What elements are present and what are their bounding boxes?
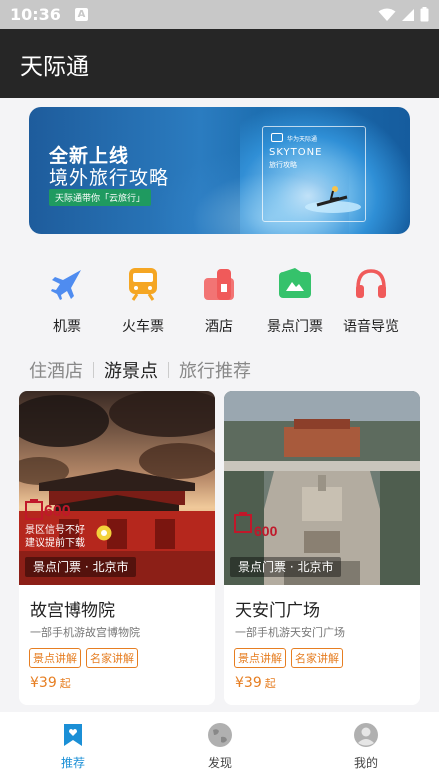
train-icon bbox=[125, 266, 161, 302]
price-unit: 起 bbox=[59, 677, 71, 690]
ticket-icon bbox=[277, 266, 313, 302]
globe-icon bbox=[207, 722, 233, 748]
quick-train-label: 火车票 bbox=[122, 319, 164, 335]
wifi-icon bbox=[378, 8, 396, 21]
card-title: 天安门广场 bbox=[235, 601, 320, 621]
notification-a-icon: A bbox=[74, 8, 88, 21]
quick-ticket-label: 景点门票 bbox=[267, 319, 323, 335]
tab-hotels[interactable]: 住酒店 bbox=[29, 357, 83, 383]
attraction-card[interactable]: 600 景点门票 · 北京市 天安门广场 一部手机游天安门广场 景点讲解 名家讲… bbox=[224, 391, 420, 705]
attraction-photo: 600 景区信号不好 建议提前下载 景点门票 · 北京市 bbox=[19, 391, 215, 585]
card-description: 一部手机游故宫博物院 bbox=[30, 626, 140, 639]
recommend-icon bbox=[60, 722, 86, 748]
tab-attractions[interactable]: 游景点 bbox=[104, 357, 158, 383]
hotel-icon bbox=[201, 266, 237, 302]
headphones-icon bbox=[353, 266, 389, 302]
airplane-icon bbox=[49, 266, 85, 302]
attraction-photo: 600 景点门票 · 北京市 bbox=[224, 391, 420, 585]
card-description: 一部手机游天安门广场 bbox=[235, 626, 345, 639]
surfer-icon bbox=[305, 186, 361, 213]
book-brand: 华为天际通 bbox=[287, 136, 318, 143]
quick-audio-guide-label: 语音导览 bbox=[343, 319, 399, 335]
battery-icon bbox=[420, 7, 429, 22]
card-price: ¥39 起 bbox=[30, 675, 71, 691]
badge-600-icon: 600 bbox=[234, 509, 290, 543]
download-icon[interactable] bbox=[96, 525, 112, 541]
quick-flight-label: 机票 bbox=[53, 319, 81, 335]
signal-icon bbox=[402, 8, 414, 21]
card-category: 景点门票 · 北京市 bbox=[25, 557, 137, 577]
tab-divider bbox=[168, 362, 169, 378]
quick-audio-guide[interactable]: 语音导览 bbox=[331, 262, 411, 336]
profile-icon bbox=[353, 722, 379, 748]
nav-profile[interactable]: 我的 bbox=[326, 722, 406, 771]
tag: 名家讲解 bbox=[291, 648, 343, 668]
nav-discover[interactable]: 发现 bbox=[180, 722, 260, 771]
card-price: ¥39 起 bbox=[235, 675, 276, 691]
quick-hotel-label: 酒店 bbox=[205, 319, 233, 335]
nav-profile-label: 我的 bbox=[353, 756, 378, 770]
tag: 名家讲解 bbox=[86, 648, 138, 668]
card-tags: 景点讲解 名家讲解 bbox=[29, 648, 138, 668]
status-time: 10:36 bbox=[10, 5, 61, 24]
banner-guidebook: 华为天际通 SKYTONE 旅行攻略 bbox=[262, 126, 366, 222]
nav-discover-label: 发现 bbox=[207, 756, 232, 770]
notice-line-1: 景区信号不好 bbox=[25, 525, 85, 536]
badge-600-text: 600 bbox=[254, 523, 278, 539]
tab-divider bbox=[93, 362, 94, 378]
price-unit: 起 bbox=[264, 677, 276, 690]
banner-pill: 天际通带你「云旅行」 bbox=[49, 189, 152, 206]
bottom-navigation: 推荐 发现 我的 bbox=[0, 712, 439, 780]
quick-access-row: 机票 火车票 酒店 景点门票 语音导览 bbox=[0, 262, 439, 336]
book-subtitle: 旅行攻略 bbox=[269, 161, 297, 169]
notice-line-2: 建议提前下载 bbox=[25, 538, 85, 549]
tab-travel-recommend[interactable]: 旅行推荐 bbox=[179, 357, 251, 383]
card-title: 故宫博物院 bbox=[30, 601, 115, 621]
badge-600-icon: 600 bbox=[25, 499, 81, 525]
quick-hotel[interactable]: 酒店 bbox=[179, 262, 259, 336]
tag: 景点讲解 bbox=[29, 648, 81, 668]
badge-600-text: 600 bbox=[44, 503, 71, 520]
card-category: 景点门票 · 北京市 bbox=[230, 557, 342, 577]
app-bar: 天际通 bbox=[0, 29, 439, 98]
tag: 景点讲解 bbox=[234, 648, 286, 668]
attraction-card[interactable]: 600 景区信号不好 建议提前下载 景点门票 · 北京市 故宫博物院 一部手机游… bbox=[19, 391, 215, 705]
card-tags: 景点讲解 名家讲解 bbox=[234, 648, 343, 668]
category-tabs: 住酒店 游景点 旅行推荐 bbox=[29, 356, 251, 384]
quick-flight[interactable]: 机票 bbox=[27, 262, 107, 336]
download-notice: 景区信号不好 建议提前下载 bbox=[25, 524, 85, 550]
book-logo-icon bbox=[271, 133, 283, 142]
quick-train[interactable]: 火车票 bbox=[103, 262, 183, 336]
status-bar: 10:36 A bbox=[0, 0, 439, 29]
app-title: 天际通 bbox=[20, 53, 89, 80]
quick-ticket[interactable]: 景点门票 bbox=[255, 262, 335, 336]
status-icons bbox=[378, 7, 429, 22]
price-value: ¥39 bbox=[235, 675, 262, 691]
nav-recommend-label: 推荐 bbox=[60, 756, 85, 770]
book-title: SKYTONE bbox=[269, 147, 323, 158]
nav-recommend[interactable]: 推荐 bbox=[33, 722, 113, 771]
banner-subheadline: 境外旅行攻略 bbox=[49, 167, 170, 189]
price-value: ¥39 bbox=[30, 675, 57, 691]
promo-banner[interactable]: 全新上线 境外旅行攻略 天际通带你「云旅行」 华为天际通 SKYTONE 旅行攻… bbox=[29, 107, 410, 234]
